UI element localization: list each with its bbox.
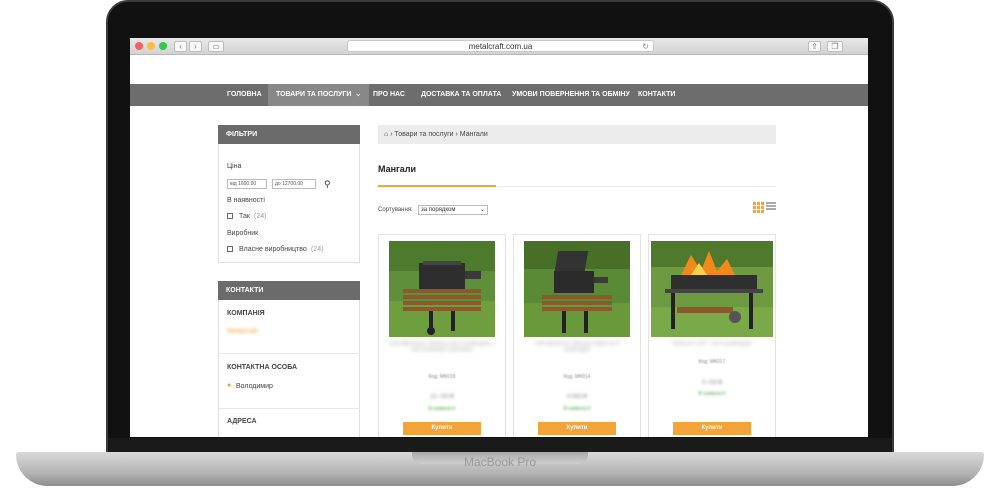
price-to-input[interactable]: до 12700.00 [272,179,316,189]
address-label: АДРЕСА [227,418,257,425]
nav-home[interactable]: ГОЛОВНА [227,84,262,106]
product-image[interactable] [524,241,630,337]
company-value[interactable]: Metalcraft [227,328,258,335]
availability-count: (24) [254,213,267,220]
product-stock: В наявності [563,406,591,412]
product-price: 4 700 ₴ [701,380,723,386]
product-code: Код: МК014 [563,374,591,380]
contact-person-value: Володимир [236,383,273,390]
price-from-input[interactable]: від 1600.00 [227,179,267,189]
manufacturer-count: (24) [311,246,324,253]
minimize-window-button[interactable] [147,42,155,50]
chevron-down-icon: ⌄ [479,207,485,213]
product-card[interactable]: Автомобільні Мангал на 8 шампурів з мета… [378,234,506,437]
user-icon: ● [227,382,232,389]
product-image[interactable] [389,241,495,337]
nav-products[interactable]: ТОВАРИ ТА ПОСЛУГИ ⌄ [268,84,370,106]
breadcrumb-path[interactable]: › Товари та послуги › Мангали [390,131,488,138]
sort-select[interactable]: за порядком ⌄ [418,205,488,215]
home-icon[interactable]: ⌂ [384,131,388,138]
page-title: Мангали [378,164,417,174]
product-stock: В наявності [428,406,456,412]
divider [218,408,360,409]
availability-checkbox[interactable] [227,213,233,219]
url-bar[interactable]: metalcraft.com.ua ↻ [347,40,654,52]
product-image[interactable] [651,241,773,337]
list-view-icon[interactable] [766,202,776,212]
share-icon[interactable]: ⇪ [808,41,821,52]
nav-products-label: ТОВАРИ ТА ПОСЛУГИ [276,91,352,98]
chevron-down-icon: ⌄ [355,91,362,98]
product-name[interactable]: Автомобільні Мангал на 8 шампурів з мета… [387,341,497,361]
availability-label: В наявності [227,197,265,204]
manufacturer-checkbox[interactable] [227,246,233,252]
device-label: MacBook Pro [463,455,537,469]
buy-button[interactable]: Купити [403,422,481,435]
availability-option[interactable]: Так [239,213,250,220]
product-price: 9 900 ₴ [566,394,588,400]
breadcrumb: ⌂ › Товари та послуги › Мангали [378,125,776,144]
filters-title: ФІЛЬТРИ [218,125,360,144]
contacts-title: КОНТАКТИ [218,281,360,300]
manufacturer-option[interactable]: Власне виробництво [239,246,307,253]
browser-toolbar: ‹ › ▭ metalcraft.com.ua ↻ ⇪ ❐ [130,38,868,55]
buy-button[interactable]: Купити [673,422,751,435]
contact-person-label: КОНТАКТНА ОСОБА [227,364,298,371]
product-price: 10 700 ₴ [430,394,454,400]
product-name[interactable]: Мангал LOFT на 8 шампурів [657,341,767,361]
close-window-button[interactable] [135,42,143,50]
manufacturer-label: Виробник [227,230,259,237]
divider [218,353,360,354]
product-card[interactable]: Автомобільні мангал 6мм на 8 шампурів Ко… [513,234,641,437]
url-text: metalcraft.com.ua [468,42,533,51]
search-icon[interactable]: ⚲ [324,179,331,190]
site-nav: ГОЛОВНА ТОВАРИ ТА ПОСЛУГИ ⌄ ПРО НАС ДОСТ… [130,84,868,106]
company-label: КОМПАНІЯ [227,310,265,317]
nav-about[interactable]: ПРО НАС [373,84,405,106]
forward-icon[interactable]: › [189,41,202,52]
header-area [130,56,868,84]
product-code: Код: МК017 [698,359,726,365]
price-label: Ціна [227,163,242,170]
buy-button[interactable]: Купити [538,422,616,435]
sort-label: Сортування: [378,207,413,213]
product-card[interactable]: Мангал LOFT на 8 шампурів Код: МК017 4 7… [648,234,776,437]
grid-view-icon[interactable] [753,202,764,213]
screen: ‹ › ▭ metalcraft.com.ua ↻ ⇪ ❐ ГОЛОВНА ТО… [130,38,868,437]
nav-contacts[interactable]: КОНТАКТИ [638,84,675,106]
title-rule [496,186,776,187]
sidebar-icon[interactable]: ▭ [208,41,224,52]
tabs-icon[interactable]: ❐ [827,41,843,52]
product-code: Код: МК019 [428,374,456,380]
product-name[interactable]: Автомобільні мангал 6мм на 8 шампурів [522,341,632,361]
title-underline [378,185,496,187]
maximize-window-button[interactable] [159,42,167,50]
back-icon[interactable]: ‹ [174,41,187,52]
nav-returns[interactable]: УМОВИ ПОВЕРНЕННЯ ТА ОБМІНУ [512,84,630,106]
reload-icon[interactable]: ↻ [642,41,649,52]
sort-value: за порядком [421,207,456,213]
product-stock: В наявності [698,391,726,397]
nav-delivery[interactable]: ДОСТАВКА ТА ОПЛАТА [421,84,501,106]
